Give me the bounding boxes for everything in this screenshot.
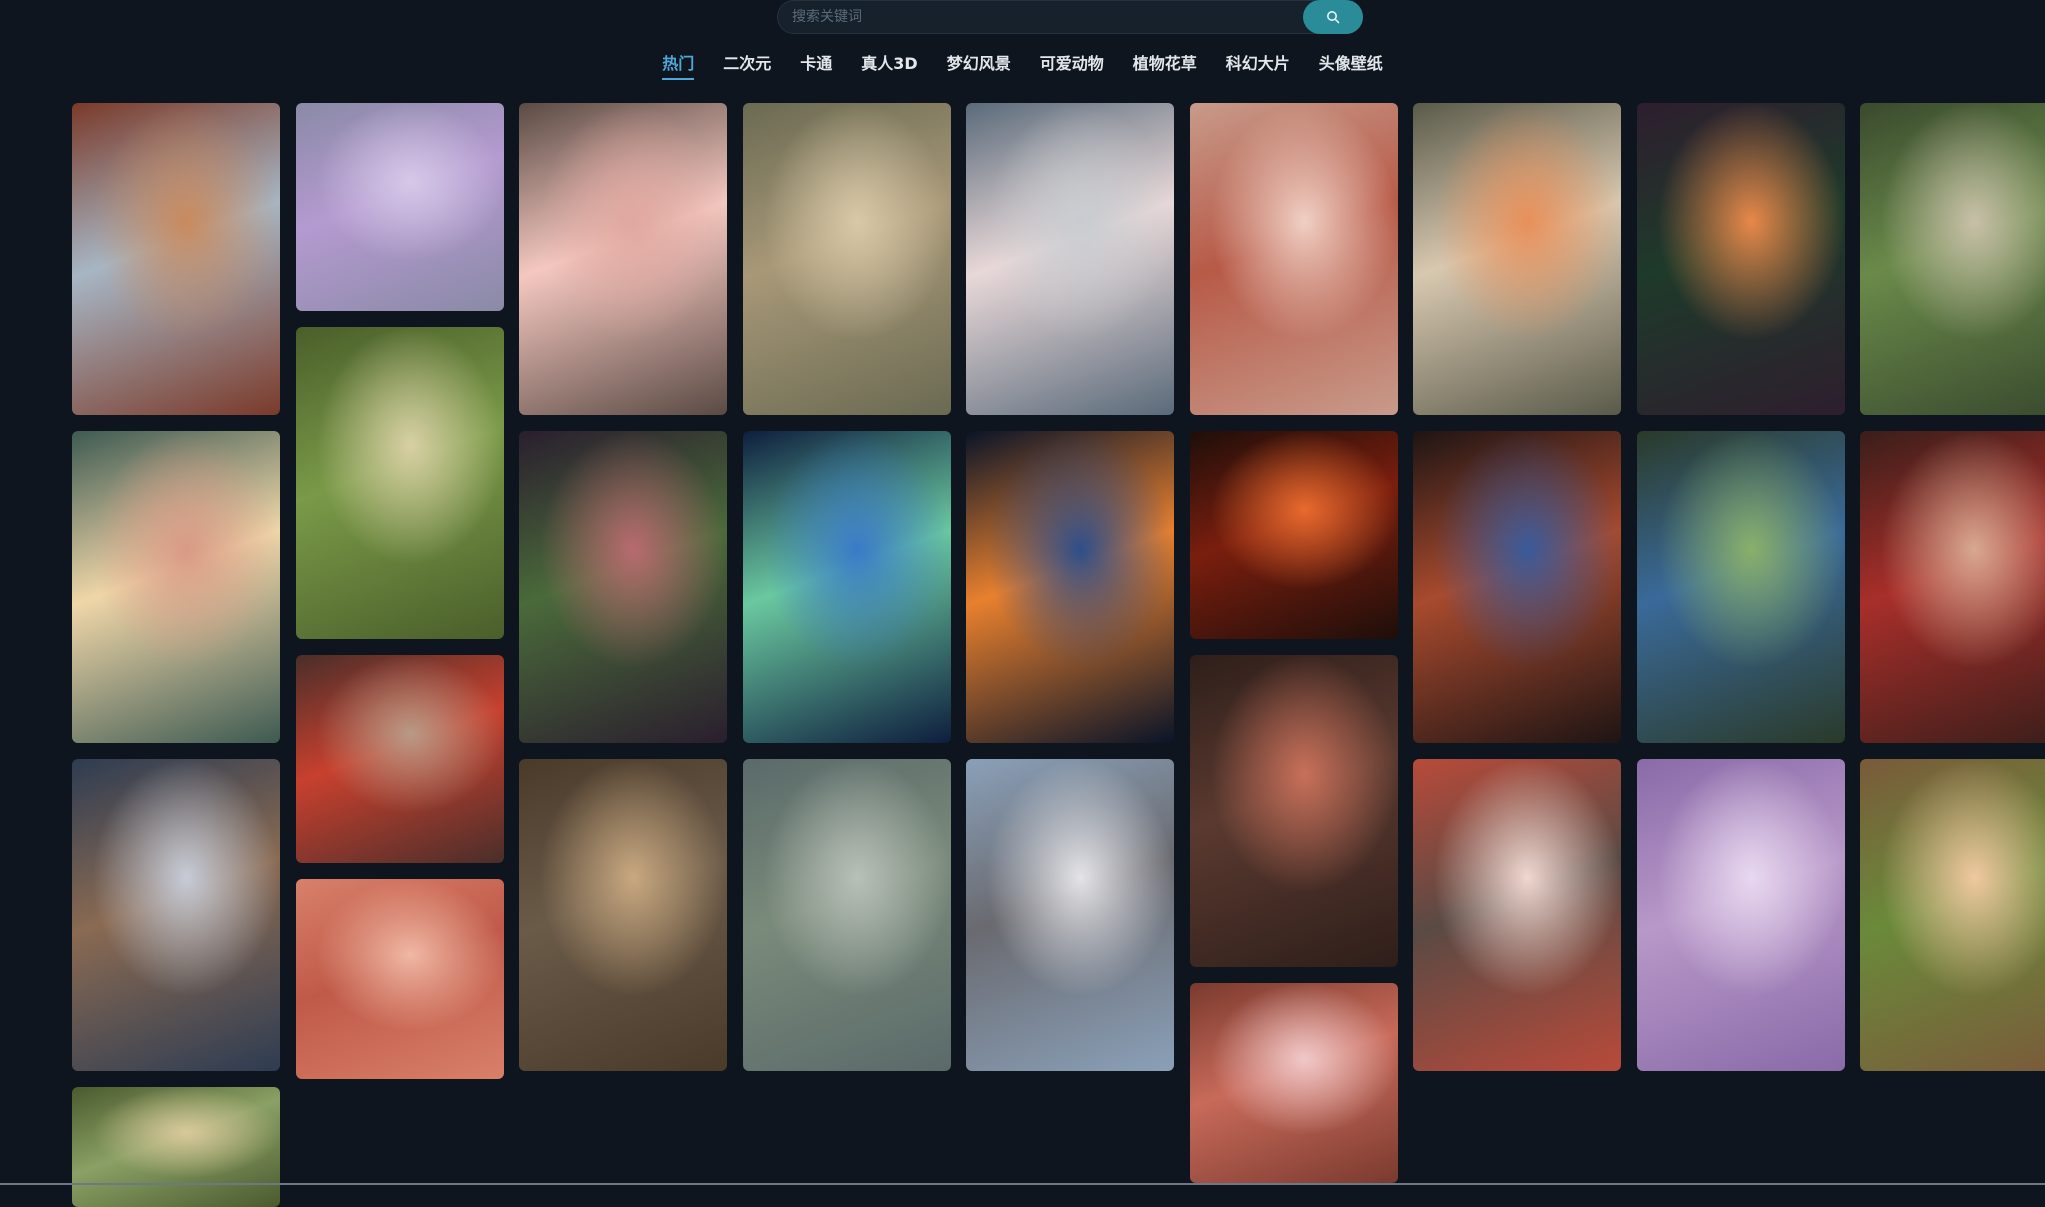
image-highlight	[72, 103, 280, 415]
gallery-image-hanfu-girl-with-red-lanterns[interactable]	[72, 103, 280, 415]
gallery-image-girl-with-red-headdress[interactable]	[1860, 431, 2045, 743]
gallery-image-girl-with-cherry-blossoms[interactable]	[1190, 103, 1398, 415]
image-highlight	[1637, 431, 1845, 743]
search-button[interactable]	[1303, 0, 1363, 34]
nav-item-5[interactable]: 可爱动物	[1040, 52, 1104, 80]
image-highlight	[519, 431, 727, 743]
category-nav: 热门 二次元 卡通 真人3D 梦幻风景 可爱动物 植物花草 科幻大片 头像壁纸	[0, 52, 2045, 80]
gallery-image-lanterns-and-peony-flowers[interactable]	[72, 431, 280, 743]
gallery-image-girl-sitting-in-boat[interactable]	[966, 103, 1174, 415]
image-highlight	[1190, 103, 1398, 415]
gallery-image-girl-with-orange-flowers[interactable]	[1413, 103, 1621, 415]
gallery-image-girl-in-armor[interactable]	[1190, 655, 1398, 967]
image-highlight	[519, 103, 727, 415]
gallery-image-waterfall-fantasy-landscape[interactable]	[519, 431, 727, 743]
image-highlight	[1413, 759, 1621, 1071]
image-highlight	[1860, 103, 2045, 415]
gallery-image-girl-with-leaf-crown[interactable]	[1860, 103, 2045, 415]
gallery-image-cartoon-boy-in-garden[interactable]	[1637, 431, 1845, 743]
image-highlight	[743, 759, 951, 1071]
image-highlight	[1190, 655, 1398, 967]
nav-item-0[interactable]: 热门	[662, 52, 695, 80]
gallery-image-elf-girl-sitting-in-forest[interactable]	[296, 327, 504, 639]
gallery-image-girl-in-white-hanfu-with-pavilion[interactable]	[966, 759, 1174, 1071]
nav-item-1[interactable]: 二次元	[723, 52, 771, 80]
nav-item-7[interactable]: 科幻大片	[1226, 52, 1290, 80]
gallery-image-cartoon-boy-with-lantern-at-night[interactable]	[966, 431, 1174, 743]
image-highlight	[966, 431, 1174, 743]
image-highlight	[1413, 103, 1621, 415]
image-highlight	[743, 431, 951, 743]
gallery-image-fire-pirate-boy[interactable]	[1190, 431, 1398, 639]
search-input[interactable]	[778, 1, 1362, 33]
image-highlight	[1860, 759, 2045, 1071]
image-highlight	[743, 103, 951, 415]
image-highlight	[1413, 431, 1621, 743]
image-highlight	[72, 431, 280, 743]
image-highlight	[966, 759, 1174, 1071]
gallery-image-girl-reading-under-cherry-blossoms[interactable]	[296, 879, 504, 1079]
image-highlight	[296, 879, 504, 1079]
image-highlight	[72, 1087, 280, 1207]
gallery-image-girl-with-purple-flowers[interactable]	[296, 103, 504, 311]
image-highlight	[296, 103, 504, 311]
gallery-image-fantasy-pagoda-mountain[interactable]	[1637, 103, 1845, 415]
gallery-image-elf-girl-with-flower-crown[interactable]	[72, 1087, 280, 1207]
image-highlight	[1190, 983, 1398, 1183]
image-highlight	[1637, 759, 1845, 1071]
gallery-image-little-wizard-in-library[interactable]	[1413, 431, 1621, 743]
gallery-image-cartoon-explorer-with-blue-hat[interactable]	[743, 431, 951, 743]
image-highlight	[72, 759, 280, 1071]
nav-item-2[interactable]: 卡通	[800, 52, 832, 80]
image-highlight	[1190, 431, 1398, 639]
gallery-image-girl-with-golden-headdress[interactable]	[519, 759, 727, 1071]
gallery-image-pink-haired-girl[interactable]	[1190, 983, 1398, 1183]
gallery-image-girl-in-green-with-flowers[interactable]	[1860, 759, 2045, 1071]
nav-item-4[interactable]: 梦幻风景	[947, 52, 1011, 80]
gallery-image-girl-holding-lotus-by-lake[interactable]	[743, 759, 951, 1071]
gallery-image-girl-by-river-with-bird[interactable]	[743, 103, 951, 415]
image-highlight	[1860, 431, 2045, 743]
image-highlight	[296, 327, 504, 639]
gallery-image-girl-with-hair-ornaments-blue-robe[interactable]	[72, 759, 280, 1071]
gallery-image-girl-with-veil-and-lanterns[interactable]	[296, 655, 504, 863]
nav-item-6[interactable]: 植物花草	[1133, 52, 1197, 80]
nav-item-8[interactable]: 头像壁纸	[1319, 52, 1383, 80]
image-highlight	[1637, 103, 1845, 415]
gallery-image-girl-with-wisteria[interactable]	[1637, 759, 1845, 1071]
image-highlight	[296, 655, 504, 863]
image-highlight	[966, 103, 1174, 415]
gallery-image-girl-in-red-hanfu-by-railing[interactable]	[1413, 759, 1621, 1071]
nav-item-3[interactable]: 真人3D	[861, 52, 917, 80]
search-icon	[1326, 10, 1340, 24]
image-highlight	[519, 759, 727, 1071]
search-bar	[777, 0, 1363, 34]
gallery-image-girl-in-pink-dress[interactable]	[519, 103, 727, 415]
